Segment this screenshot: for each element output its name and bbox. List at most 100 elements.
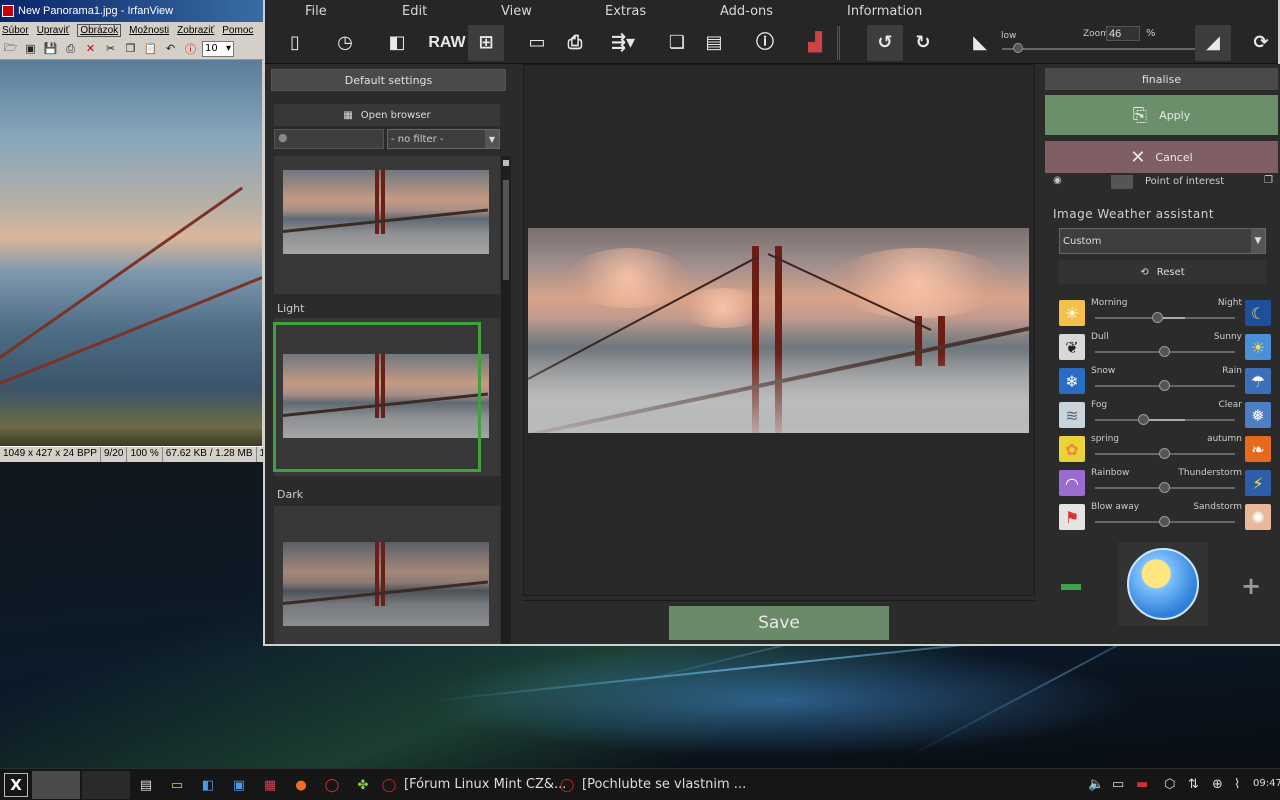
taskbar-task-pochlubte[interactable]: [Pochlubte se vlastnim ...	[582, 777, 746, 792]
history-button[interactable]: ◷	[327, 25, 363, 61]
info-button[interactable]: ⓘ	[747, 25, 783, 61]
export-dropdown-button[interactable]: ⇶▾	[605, 25, 641, 61]
apply-button[interactable]: ⎘ Apply	[1045, 95, 1278, 135]
delete-icon[interactable]: ✕	[82, 40, 99, 57]
open-folder-icon[interactable]: 🗁	[2, 40, 19, 57]
raw-button[interactable]: RAW	[427, 25, 467, 61]
menu-addons[interactable]: Add-ons	[720, 4, 773, 19]
save-tool-button[interactable]: ▭	[519, 25, 555, 61]
copy-icon[interactable]: ❐	[122, 40, 139, 57]
pinwheel-icon[interactable]: ✤	[354, 776, 372, 794]
slider-knob[interactable]	[1159, 482, 1170, 493]
slider-knob[interactable]	[1159, 448, 1170, 459]
slider-knob[interactable]	[1159, 516, 1170, 527]
compare-button[interactable]: ◧	[379, 25, 415, 61]
new-file-button[interactable]: ▯	[277, 25, 313, 61]
sunrise-icon[interactable]: ☀	[1059, 300, 1085, 326]
slider-knob[interactable]	[1159, 380, 1170, 391]
decrease-button[interactable]	[1061, 584, 1081, 590]
batch-settings-button[interactable]: ⊞	[468, 25, 504, 61]
workspace-2[interactable]	[82, 771, 130, 799]
zoom-in-button[interactable]: ◢	[1195, 25, 1231, 61]
histogram-button[interactable]: ▟	[797, 25, 833, 61]
irfanview-menu-file[interactable]: Súbor	[2, 25, 29, 36]
slideshow-icon[interactable]: ▣	[22, 40, 39, 57]
preset-filter-select[interactable]: - no filter - ▼	[387, 129, 500, 149]
tulip-icon[interactable]: ✿	[1059, 436, 1085, 462]
poi-checkbox[interactable]	[1111, 175, 1133, 189]
preset-search-input[interactable]: ●	[274, 129, 384, 149]
menu-view[interactable]: View	[501, 4, 532, 19]
zoom-control[interactable]: low Zoom % high	[998, 26, 1220, 62]
file-manager-icon[interactable]: ▭	[168, 776, 186, 794]
irfanview-window[interactable]: New Panorama1.jpg - IrfanView Súbor Upra…	[0, 0, 270, 462]
zoom-slider-track[interactable]	[1002, 48, 1214, 50]
terminal-icon[interactable]: ▤	[137, 776, 155, 794]
zoom-slider-knob[interactable]	[1012, 43, 1023, 53]
slider-knob[interactable]	[1152, 312, 1163, 323]
thunderstorm-icon[interactable]: ⚡	[1245, 470, 1271, 496]
flag-icon[interactable]: ▦	[261, 776, 279, 794]
slider-knob[interactable]	[1138, 414, 1149, 425]
clear-sky-icon[interactable]: ❅	[1245, 402, 1271, 428]
sandstorm-icon[interactable]: ✺	[1245, 504, 1271, 530]
irfanview-menu-options[interactable]: Možnosti	[129, 25, 169, 36]
windsock-icon[interactable]: ⚑	[1059, 504, 1085, 530]
snowflake-icon[interactable]: ❄	[1059, 368, 1085, 394]
filmstrip-button[interactable]: ▤	[696, 25, 732, 61]
poi-copy-icon[interactable]: ❐	[1264, 175, 1273, 186]
irfanview-menu-help[interactable]: Pomoc	[222, 25, 253, 36]
paste-icon[interactable]: 📋	[142, 40, 159, 57]
weather-editor-window[interactable]: File Edit View Extras Add-ons Informatio…	[263, 0, 1280, 646]
text-editor-icon[interactable]: ◧	[199, 776, 217, 794]
menu-file[interactable]: File	[305, 4, 327, 19]
rotate-left-button[interactable]: ↺	[867, 25, 903, 61]
crop-rotate-button[interactable]: ⟳	[1243, 25, 1279, 61]
weather-preset-select[interactable]: Custom ▼	[1059, 228, 1266, 254]
firefox-icon[interactable]: ●	[292, 776, 310, 794]
open-browser-button[interactable]: ▦ Open browser	[274, 104, 500, 126]
screenshot-icon[interactable]: ▣	[230, 776, 248, 794]
presets-scrollbar[interactable]	[501, 156, 511, 644]
slider-knob[interactable]	[1159, 346, 1170, 357]
keyboard-layout-icon[interactable]: ▬	[1136, 777, 1148, 792]
cut-icon[interactable]: ✂	[102, 40, 119, 57]
irfanview-titlebar[interactable]: New Panorama1.jpg - IrfanView	[0, 0, 267, 22]
menu-edit[interactable]: Edit	[402, 4, 427, 19]
zoom-out-button[interactable]: ◣	[962, 25, 998, 61]
network-icon[interactable]: ⇅	[1188, 777, 1199, 792]
bare-tree-icon[interactable]: ❦	[1059, 334, 1085, 360]
rotate-right-button[interactable]: ↻	[905, 25, 941, 61]
save-button[interactable]: Save	[669, 606, 889, 640]
increase-button[interactable]: +	[1239, 572, 1263, 600]
sun-icon[interactable]: ☀	[1245, 334, 1271, 360]
irfanview-menu-view[interactable]: Zobraziť	[177, 25, 214, 36]
display-icon[interactable]: ▭	[1112, 777, 1124, 792]
reset-button[interactable]: ⟲ Reset	[1059, 260, 1266, 284]
workspace-1[interactable]	[32, 771, 80, 799]
rainbow-icon[interactable]: ◠	[1059, 470, 1085, 496]
updates-icon[interactable]: ⊕	[1212, 777, 1223, 792]
print-icon[interactable]: ⎙	[62, 40, 79, 57]
scroll-up-icon[interactable]	[503, 160, 509, 166]
zoom-value-input[interactable]	[1106, 26, 1140, 41]
package-icon[interactable]: ⬡	[1164, 777, 1175, 792]
start-menu-button[interactable]: X	[4, 773, 28, 797]
main-image-preview[interactable]	[528, 228, 1029, 433]
preset-card-default[interactable]	[274, 156, 500, 294]
fog-icon[interactable]: ≋	[1059, 402, 1085, 428]
finalise-header[interactable]: finalise	[1045, 68, 1278, 90]
autumn-leaf-icon[interactable]: ❧	[1245, 436, 1271, 462]
scrollbar-thumb[interactable]	[503, 180, 509, 280]
volume-icon[interactable]: 🔈	[1088, 777, 1104, 792]
moon-icon[interactable]: ☾	[1245, 300, 1271, 326]
save-icon[interactable]: 💾	[42, 40, 59, 57]
irfanview-zoom-select[interactable]: 10 ▾	[202, 40, 234, 57]
default-settings-button[interactable]: Default settings	[271, 69, 506, 91]
paperclip-icon[interactable]: ⌇	[1234, 777, 1240, 792]
layers-button[interactable]: ❏	[659, 25, 695, 61]
undo-icon[interactable]: ↶	[162, 40, 179, 57]
rain-cloud-icon[interactable]: ☂	[1245, 368, 1271, 394]
taskbar-task-forum[interactable]: [Fórum Linux Mint CZ&...	[404, 777, 566, 792]
irfanview-menu-image[interactable]: Obrázok	[77, 23, 122, 37]
